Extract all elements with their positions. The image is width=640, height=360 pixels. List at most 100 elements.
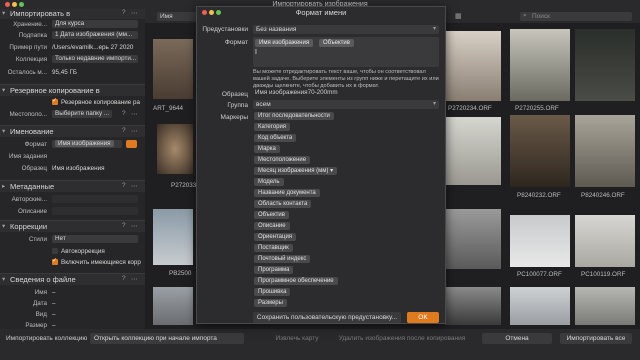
location-select[interactable]: Выберите папку ... [52,110,112,118]
chevron-right-icon: ▸ [2,183,6,190]
marker-item[interactable]: Поставщик [254,244,293,252]
image-thumbnail[interactable] [575,29,635,101]
ok-button[interactable]: OK [407,312,439,323]
search-field[interactable]: ⌕ Поиск [520,12,632,21]
import-collection-label: Импортировать коллекцию [6,335,88,342]
more-icon[interactable]: ⋯ [131,275,138,283]
autocorrect-checkbox[interactable] [52,248,58,254]
markers-label: Маркеры [220,114,248,121]
marker-item[interactable]: Марка [254,145,280,153]
save-preset-button[interactable]: Сохранить пользовательскую предустановку… [253,312,401,323]
image-thumbnail[interactable] [575,287,635,325]
chevron-down-icon: ▾ [2,10,6,17]
autocorrect-row[interactable]: Автокоррекция [0,247,145,257]
format-token[interactable]: Имя изображения [255,39,314,47]
subfolder-select[interactable]: 1 Дата изображения (мм... [52,31,138,39]
collection-select[interactable]: Только недавние импорти... [52,55,138,63]
sample-row: Образец Имя изображения [0,164,145,174]
empty-value: – [52,322,56,329]
section-naming[interactable]: ▾ Именование ? ⋯ [0,125,145,137]
image-thumbnail[interactable] [445,287,501,325]
marker-item[interactable]: Название документа [254,189,320,197]
image-thumbnail[interactable] [445,209,501,269]
image-thumbnail[interactable] [575,115,635,187]
section-title: Именование [10,127,54,136]
more-icon[interactable]: ⋯ [131,110,138,118]
group-select[interactable]: всем ▾ [253,100,439,109]
fi-date-row: Дата – [0,299,145,309]
section-file-info[interactable]: ▾ Сведения о файле ? ⋯ [0,273,145,285]
marker-item[interactable]: Область контакта [254,200,312,208]
include-backups-row[interactable]: Включить имеющиеся корр [0,257,145,268]
image-thumbnail[interactable] [575,215,635,267]
include-backups-checkbox[interactable] [52,257,58,265]
marker-item[interactable]: Итог последовательности [254,112,334,120]
author-input[interactable] [52,195,138,203]
help-icon[interactable]: ? [122,275,126,282]
marker-item[interactable]: Категория [254,123,291,131]
field-label: Пример пути [9,44,47,51]
marker-item[interactable]: Почтовый индекс [254,255,311,263]
image-thumbnail[interactable] [153,209,193,265]
image-thumbnail[interactable] [445,31,501,101]
more-icon[interactable]: ⋯ [131,127,138,135]
description-input[interactable] [52,207,138,215]
marker-item[interactable]: Размеры [254,299,287,307]
image-thumbnail[interactable] [510,215,570,267]
marker-item[interactable]: Программа [254,266,294,274]
presets-select[interactable]: Без названия ▾ [253,25,439,34]
image-thumbnail[interactable] [510,115,570,187]
more-icon[interactable]: ⋯ [131,9,138,17]
marker-item[interactable]: Описание [254,222,290,230]
storage-select[interactable]: Для курса [52,20,138,28]
help-icon[interactable]: ? [122,110,126,117]
styles-select[interactable]: Нет [52,235,138,243]
format-token-field[interactable]: Имя изображения Объектив I [253,37,439,67]
backup-checkbox[interactable] [52,97,58,105]
field-label: Описание [18,208,47,215]
marker-item[interactable]: Код объекта [254,134,297,142]
help-icon[interactable]: ? [122,9,126,16]
section-metadata[interactable]: ▸ Метаданные ? ⋯ [0,180,145,192]
import-settings-panel: ▾ Импортировать в ? ⋯ Хранение... Для ку… [0,9,145,329]
marker-item[interactable]: Модель [254,178,284,186]
eject-card-button[interactable]: Извлечь карту [272,333,322,344]
chevron-down-icon: ▾ [432,26,436,32]
marker-item[interactable]: Местоположение [254,156,311,164]
backup-check-row[interactable]: Резервное копирование ра [0,97,145,108]
open-collection-select[interactable]: Открыть коллекцию при начале импорта [90,333,244,344]
format-token[interactable]: Объектив [319,39,354,47]
help-icon[interactable]: ? [122,182,126,189]
edit-format-button[interactable] [126,140,137,148]
image-thumbnail[interactable] [153,39,193,99]
section-import-to[interactable]: ▾ Импортировать в ? ⋯ [0,9,145,19]
view-icon[interactable]: ▦ [455,12,462,20]
marker-item[interactable]: Программное обеспечение [254,277,338,285]
marker-item[interactable]: Месяц изображения (мм) ▾ [254,167,338,175]
import-all-button[interactable]: Импортировать все [560,333,632,344]
chevron-down-icon: ▾ [2,128,6,135]
image-thumbnail[interactable] [445,117,501,185]
sort-select[interactable]: Имя [157,12,200,21]
format-token-field[interactable]: Имя изображения [52,140,122,148]
section-backup[interactable]: ▾ Резервное копирование в [0,84,145,96]
search-placeholder: Поиск [532,13,551,20]
image-thumbnail[interactable] [510,287,570,325]
field-label: Имя задания [9,153,47,160]
more-icon[interactable]: ⋯ [131,182,138,190]
image-caption: ART_9644 [153,105,183,112]
marker-item[interactable]: Ориентация [254,233,297,241]
help-icon[interactable]: ? [122,222,126,229]
fi-name-row: Имя – [0,288,145,298]
marker-item[interactable]: Прошивка [254,288,291,296]
help-icon[interactable]: ? [122,127,126,134]
marker-item[interactable]: Объектив [254,211,289,219]
delete-after-copy-button[interactable]: Удалить изображения после копирования [332,333,472,344]
image-thumbnail[interactable] [510,29,570,101]
section-corrections[interactable]: ▾ Коррекции ? ⋯ [0,220,145,232]
more-icon[interactable]: ⋯ [131,222,138,230]
image-thumbnail[interactable] [153,287,193,325]
path-value: /Users/evamilk...ерь 27 2020 [52,44,134,51]
image-thumbnail[interactable] [157,124,193,174]
cancel-button[interactable]: Отмена [482,333,552,344]
